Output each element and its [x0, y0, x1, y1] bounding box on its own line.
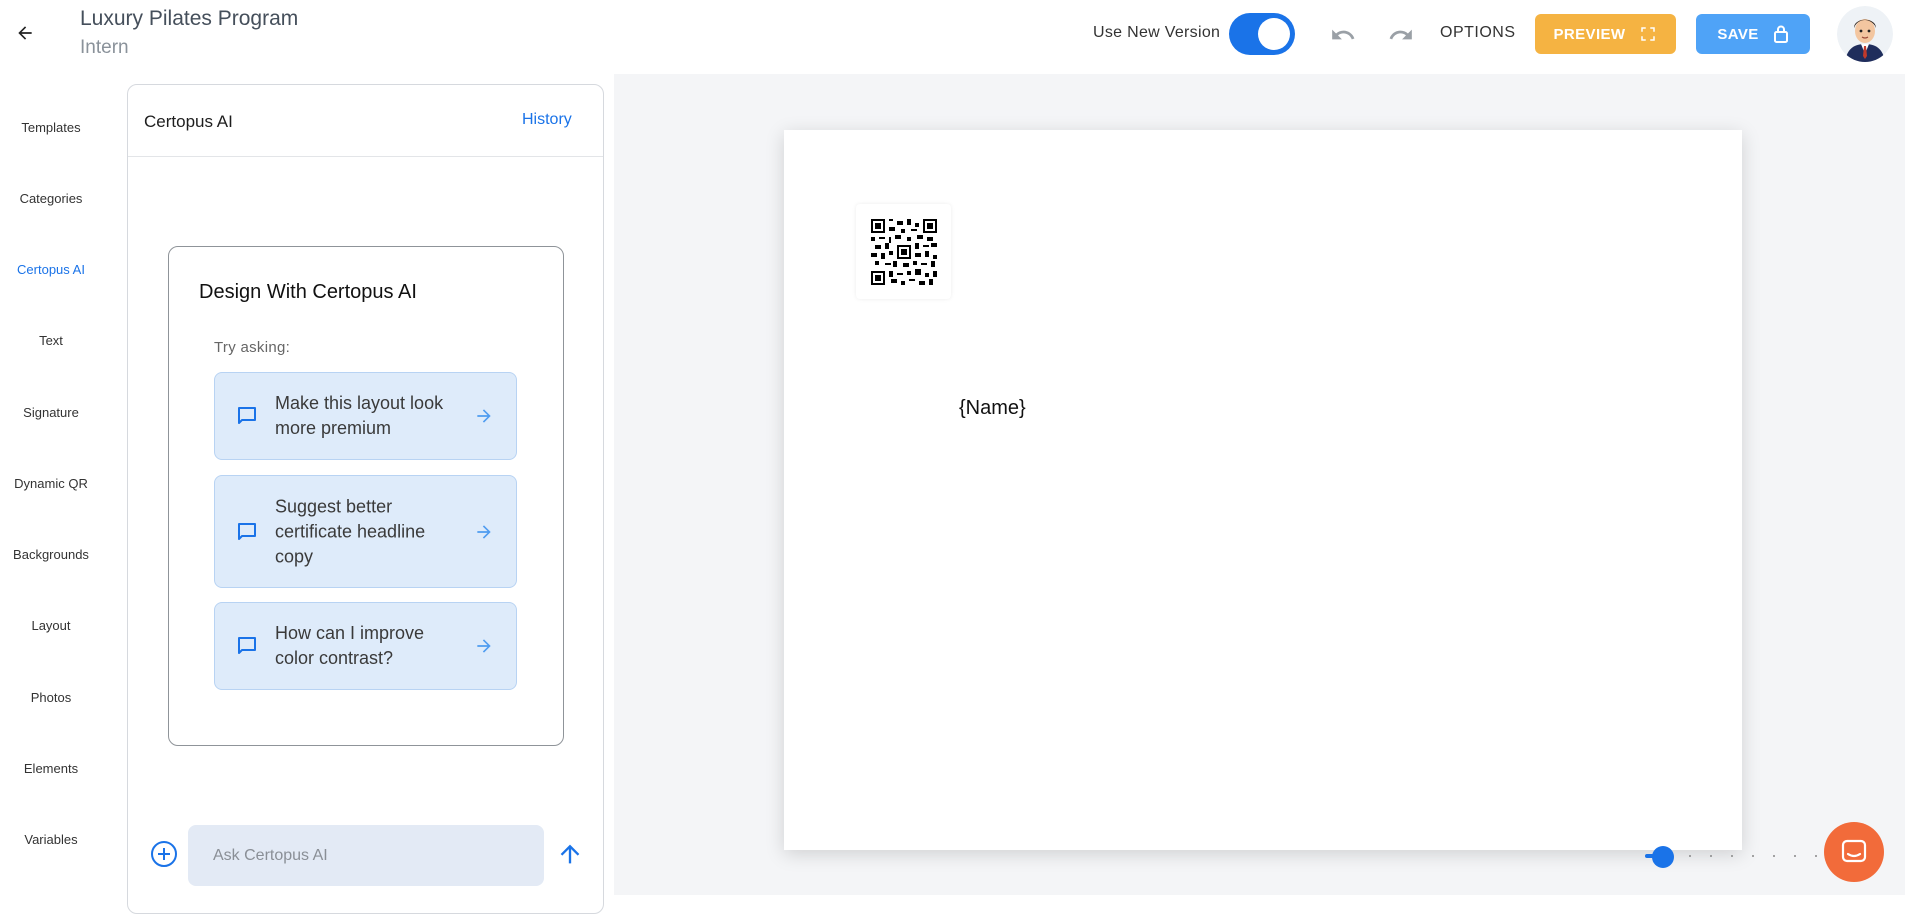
- chat-launcher-button[interactable]: [1824, 822, 1884, 882]
- use-new-version-toggle[interactable]: [1229, 13, 1295, 55]
- nav-item-certopus-ai[interactable]: Certopus AI: [0, 262, 102, 277]
- plus-circle-icon: [151, 841, 177, 867]
- ai-panel-header: Certopus AI History: [128, 85, 603, 157]
- preview-label: PREVIEW: [1553, 25, 1626, 43]
- save-button[interactable]: SAVE: [1696, 14, 1810, 54]
- nav-item-layout[interactable]: Layout: [0, 618, 102, 633]
- preview-button[interactable]: PREVIEW: [1535, 14, 1676, 54]
- zoom-tick: [1689, 855, 1691, 857]
- page-subtitle: Intern: [80, 37, 129, 58]
- design-with-ai-card: Design With Certopus AI Try asking: Make…: [168, 246, 564, 746]
- arrow-right-icon: [477, 409, 491, 423]
- try-asking-label: Try asking:: [214, 339, 291, 356]
- zoom-tick: [1710, 855, 1712, 857]
- toggle-knob: [1258, 18, 1290, 50]
- nav-item-backgrounds[interactable]: Backgrounds: [0, 547, 102, 562]
- nav-item-templates[interactable]: Templates: [0, 120, 102, 135]
- undo-button[interactable]: [1328, 20, 1358, 50]
- avatar-image: [1837, 6, 1893, 62]
- ai-panel: Certopus AI History Design With Certopus…: [127, 84, 604, 914]
- history-link[interactable]: History: [522, 111, 572, 129]
- qr-code-icon: [870, 218, 937, 285]
- suggestion-text: Suggest better certificate headline copy: [275, 496, 426, 566]
- chat-bubble-icon: [238, 522, 256, 540]
- nav-item-text[interactable]: Text: [0, 333, 102, 348]
- back-button[interactable]: [10, 18, 40, 48]
- ai-panel-title: Certopus AI: [144, 112, 233, 131]
- name-variable-text[interactable]: {Name}: [959, 397, 1026, 420]
- design-card-title: Design With Certopus AI: [199, 281, 417, 303]
- options-button[interactable]: OPTIONS: [1440, 24, 1516, 42]
- add-attachment-button[interactable]: [150, 840, 178, 868]
- lock-icon: [1773, 25, 1788, 43]
- ask-ai-input[interactable]: [188, 825, 544, 886]
- nav-item-photos[interactable]: Photos: [0, 690, 102, 705]
- fullscreen-icon: [1641, 27, 1656, 41]
- zoom-tick: [1794, 855, 1796, 857]
- arrow-right-icon: [477, 639, 491, 653]
- zoom-tick: [1815, 855, 1817, 857]
- zoom-tick: [1773, 855, 1775, 857]
- certificate-canvas[interactable]: {Name}: [784, 130, 1742, 850]
- canvas-area: {Name}: [614, 74, 1905, 895]
- save-label: SAVE: [1717, 25, 1759, 43]
- chat-bubble-icon: [238, 407, 256, 424]
- zoom-tick: [1731, 855, 1733, 857]
- chat-bubble-icon: [238, 637, 256, 654]
- arrow-up-icon: [560, 844, 580, 864]
- suggestion-chip[interactable]: Suggest better certificate headline copy: [214, 475, 517, 588]
- side-nav: Templates Categories Certopus AI Text Si…: [0, 70, 102, 895]
- page-title: Luxury Pilates Program: [80, 7, 299, 30]
- suggestion-text: Make this layout look more premium: [275, 393, 444, 438]
- top-bar: Luxury Pilates Program Intern Use New Ve…: [0, 0, 1905, 70]
- arrow-left-icon: [18, 26, 32, 40]
- zoom-thumb[interactable]: [1651, 846, 1674, 868]
- nav-item-variables[interactable]: Variables: [0, 832, 102, 847]
- user-avatar[interactable]: [1837, 6, 1893, 62]
- suggestion-text: How can I improve color contrast?: [275, 623, 425, 668]
- dynamic-qr-element[interactable]: [856, 204, 951, 299]
- nav-item-elements[interactable]: Elements: [0, 761, 102, 776]
- zoom-slider[interactable]: [1643, 846, 1823, 868]
- nav-item-categories[interactable]: Categories: [0, 191, 102, 206]
- redo-button[interactable]: [1386, 20, 1416, 50]
- send-button[interactable]: [556, 840, 584, 868]
- chat-icon: [1841, 839, 1867, 863]
- zoom-tick: [1752, 855, 1754, 857]
- arrow-right-icon: [477, 524, 491, 539]
- nav-item-dynamic-qr[interactable]: Dynamic QR: [0, 476, 102, 491]
- redo-icon: [1389, 29, 1412, 40]
- nav-item-signature[interactable]: Signature: [0, 405, 102, 420]
- use-new-version-label: Use New Version: [1093, 24, 1221, 41]
- suggestion-chip[interactable]: How can I improve color contrast?: [214, 602, 517, 690]
- suggestion-chip[interactable]: Make this layout look more premium: [214, 372, 517, 460]
- undo-icon: [1332, 29, 1355, 40]
